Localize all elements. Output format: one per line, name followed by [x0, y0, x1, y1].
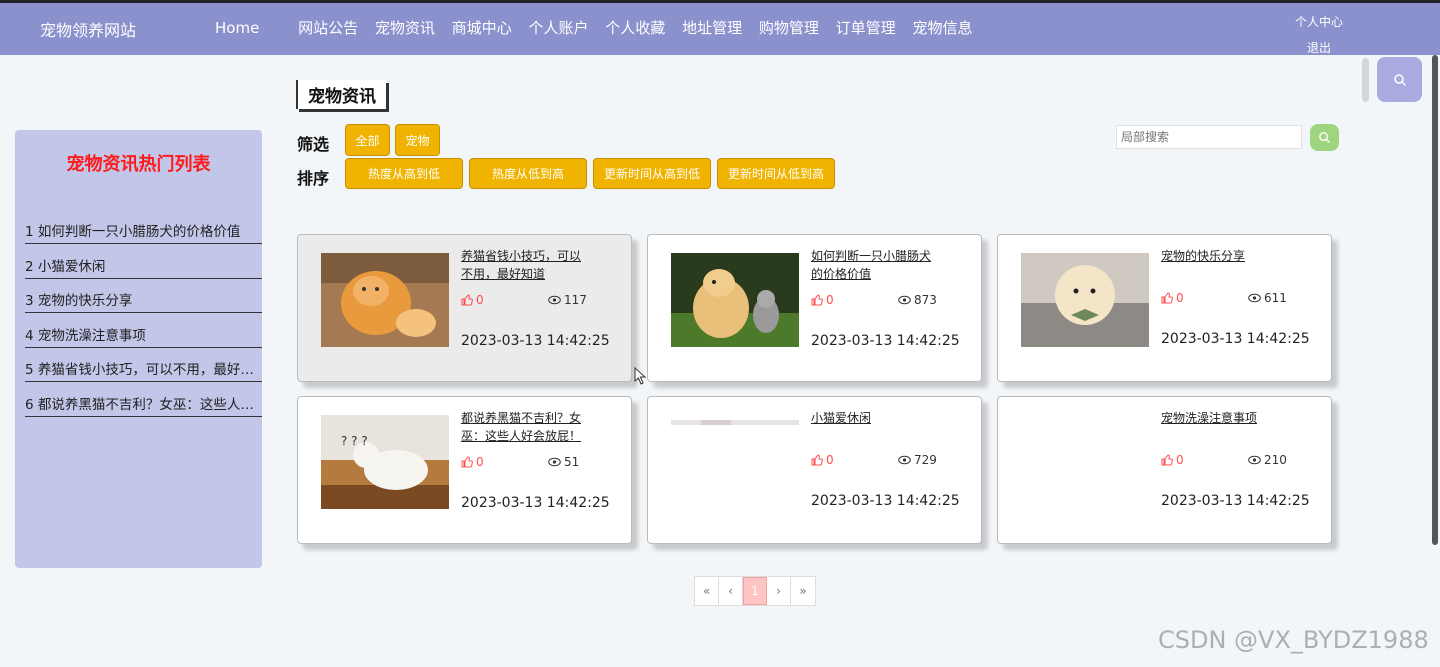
local-search-button[interactable]	[1310, 124, 1339, 151]
filter-label: 筛选	[297, 135, 330, 154]
search-icon	[1319, 132, 1331, 144]
thumbs-up-icon	[461, 456, 473, 468]
like-count[interactable]: 0	[811, 293, 834, 307]
filter-pet-button[interactable]: 宠物	[395, 124, 440, 156]
eye-icon	[548, 457, 561, 467]
nav-announcements[interactable]: 网站公告	[298, 19, 358, 37]
pager-prev[interactable]: ‹	[719, 577, 743, 605]
thumbs-up-icon	[811, 294, 823, 306]
card-title[interactable]: 宠物的快乐分享	[1161, 247, 1291, 265]
hot-list-title: 宠物资讯热门列表	[66, 154, 211, 175]
nav-address[interactable]: 地址管理	[682, 19, 742, 37]
sort-time-asc-button[interactable]: 更新时间从低到高	[717, 158, 835, 189]
logout-link[interactable]: 退出	[1294, 35, 1344, 61]
news-card[interactable]: ? ? ? 都说养黑猫不吉利？女巫：这些人好会放屁！ 0 51 2023-03-…	[297, 396, 632, 544]
card-image-strip	[1021, 415, 1149, 421]
card-title[interactable]: 宠物洗澡注意事项	[1161, 409, 1291, 427]
card-image-puppy-kitten	[671, 253, 799, 347]
main-nav: Home 网站公告 宠物资讯 商城中心 个人账户 个人收藏 地址管理 购物管理 …	[215, 17, 984, 38]
news-card[interactable]: 小猫爱休闲 0 729 2023-03-13 14:42:25	[647, 396, 982, 544]
pager-last[interactable]: »	[791, 577, 815, 605]
sort-time-desc-button[interactable]: 更新时间从高到低	[593, 158, 711, 189]
thumbs-up-icon	[1161, 454, 1173, 466]
top-navbar: 宠物领养网站 Home 网站公告 宠物资讯 商城中心 个人账户 个人收藏 地址管…	[0, 0, 1440, 55]
eye-icon	[1248, 293, 1261, 303]
like-count[interactable]: 0	[1161, 453, 1184, 467]
nav-pet-info[interactable]: 宠物信息	[912, 19, 972, 37]
floating-search-button[interactable]	[1377, 57, 1422, 102]
sort-hot-desc-button[interactable]: 热度从高到低	[345, 158, 463, 189]
news-card[interactable]: 养猫省钱小技巧，可以不用，最好知道 0 117 2023-03-13 14:42…	[297, 234, 632, 382]
nav-home[interactable]: Home	[215, 19, 259, 37]
card-date: 2023-03-13 14:42:25	[461, 495, 610, 511]
like-count[interactable]: 0	[461, 293, 484, 307]
like-count[interactable]: 0	[461, 455, 484, 469]
card-title[interactable]: 小猫爱休闲	[811, 409, 941, 427]
news-card[interactable]: 宠物的快乐分享 0 611 2023-03-13 14:42:25	[997, 234, 1332, 382]
mouse-cursor-icon	[634, 366, 647, 389]
card-image-pomeranian	[1021, 253, 1149, 347]
news-card[interactable]: 宠物洗澡注意事项 0 210 2023-03-13 14:42:25	[997, 396, 1332, 544]
card-title[interactable]: 如何判断一只小腊肠犬的价格价值	[811, 247, 941, 283]
hot-list-item[interactable]: 5 养猫省钱小技巧，可以不用，最好知道	[25, 358, 262, 382]
eye-icon	[1248, 455, 1261, 465]
filter-all-button[interactable]: 全部	[345, 124, 390, 156]
hot-list-item[interactable]: 6 都说养黑猫不吉利？女巫：这些人好会放屁！	[25, 393, 262, 417]
view-count: 611	[1248, 291, 1287, 305]
nav-mall[interactable]: 商城中心	[452, 19, 512, 37]
card-date: 2023-03-13 14:42:25	[1161, 331, 1310, 347]
thumbs-up-icon	[461, 294, 473, 306]
like-count[interactable]: 0	[811, 453, 834, 467]
pagination: « ‹ 1 › »	[694, 576, 816, 606]
page-scrollbar[interactable]	[1432, 55, 1438, 545]
card-title[interactable]: 养猫省钱小技巧，可以不用，最好知道	[461, 247, 591, 283]
user-links: 个人中心 退出	[1294, 9, 1344, 61]
eye-icon	[898, 455, 911, 465]
view-count: 873	[898, 293, 937, 307]
sort-label: 排序	[297, 169, 330, 188]
card-date: 2023-03-13 14:42:25	[811, 493, 960, 509]
card-title[interactable]: 都说养黑猫不吉利？女巫：这些人好会放屁！	[461, 409, 591, 445]
sort-hot-asc-button[interactable]: 热度从低到高	[469, 158, 587, 189]
pager-first[interactable]: «	[695, 577, 719, 605]
svg-text:? ? ?: ? ? ?	[341, 434, 368, 448]
hot-list-sidebar: 宠物资讯热门列表 1 如何判断一只小腊肠犬的价格价值 2 小猫爱休闲 3 宠物的…	[15, 130, 262, 568]
hot-list-item[interactable]: 1 如何判断一只小腊肠犬的价格价值	[25, 220, 262, 244]
user-center-link[interactable]: 个人中心	[1294, 9, 1344, 35]
card-image-strip	[671, 415, 799, 425]
inner-scrollbar[interactable]	[1362, 58, 1369, 102]
card-date: 2023-03-13 14:42:25	[811, 333, 960, 349]
thumbs-up-icon	[811, 454, 823, 466]
search-icon	[1393, 73, 1406, 86]
nav-account[interactable]: 个人账户	[528, 19, 588, 37]
hot-list-item[interactable]: 2 小猫爱休闲	[25, 255, 262, 279]
thumbs-up-icon	[1161, 292, 1173, 304]
pager-current-page[interactable]: 1	[743, 577, 767, 605]
view-count: 117	[548, 293, 587, 307]
like-count[interactable]: 0	[1161, 291, 1184, 305]
watermark: CSDN @VX_BYDZ1988	[1158, 626, 1429, 654]
nav-cart[interactable]: 购物管理	[759, 19, 819, 37]
eye-icon	[898, 295, 911, 305]
site-title[interactable]: 宠物领养网站	[40, 17, 136, 41]
news-card[interactable]: 如何判断一只小腊肠犬的价格价值 0 873 2023-03-13 14:42:2…	[647, 234, 982, 382]
view-count: 210	[1248, 453, 1287, 467]
view-count: 51	[548, 455, 579, 469]
nav-favorites[interactable]: 个人收藏	[605, 19, 665, 37]
card-image-orange-cat	[321, 253, 449, 347]
card-image-white-cat: ? ? ?	[321, 415, 449, 509]
pager-next[interactable]: ›	[767, 577, 791, 605]
nav-pet-news[interactable]: 宠物资讯	[375, 19, 435, 37]
page-title: 宠物资讯	[296, 80, 386, 109]
eye-icon	[548, 295, 561, 305]
card-date: 2023-03-13 14:42:25	[1161, 493, 1310, 509]
hot-list-item[interactable]: 3 宠物的快乐分享	[25, 289, 262, 313]
hot-list-item[interactable]: 4 宠物洗澡注意事项	[25, 324, 262, 348]
card-date: 2023-03-13 14:42:25	[461, 333, 610, 349]
local-search-input[interactable]	[1116, 125, 1302, 149]
view-count: 729	[898, 453, 937, 467]
nav-orders[interactable]: 订单管理	[836, 19, 896, 37]
